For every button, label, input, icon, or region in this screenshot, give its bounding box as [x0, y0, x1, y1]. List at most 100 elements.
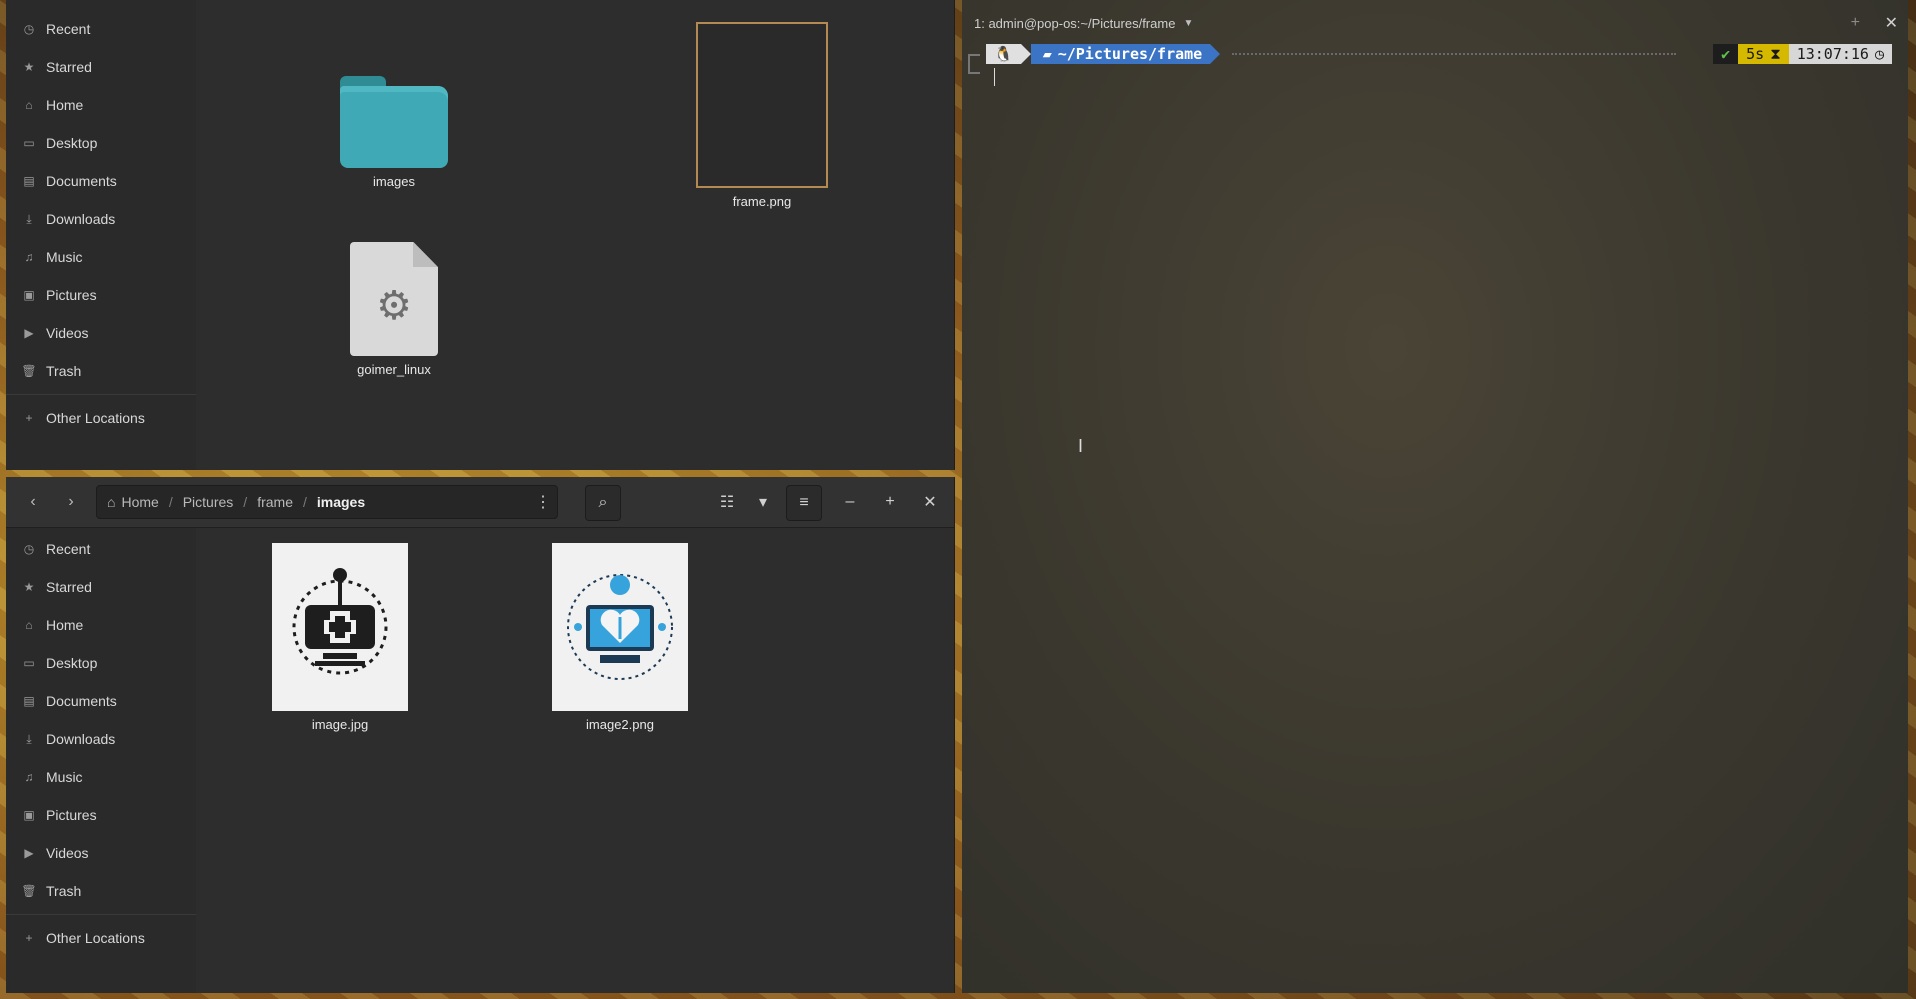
sidebar-item-trash[interactable]: 🗑 Trash [6, 352, 196, 390]
sidebar-item-label: Recent [46, 21, 91, 37]
hourglass-icon: ⧗ [1770, 45, 1781, 63]
shell-prompt: 🐧 ▰ ~/Pictures/frame [986, 44, 1221, 64]
maximize-icon: + [885, 493, 895, 510]
download-icon: ⤓ [26, 211, 32, 226]
prompt-time: 13:07:16 ◷ [1788, 44, 1892, 64]
trash-icon: 🗑 [21, 364, 37, 378]
gear-icon: ⚙ [376, 283, 412, 328]
file-manager-window-top: ◷ Recent ★ Starred ⌂ Home ▭ Desktop ▤ Documen… [6, 0, 955, 470]
sidebar-item-documents[interactable]: ▤ Documents [6, 682, 196, 720]
terminal-tab-title[interactable]: 1: admin@pop-os:~/Pictures/frame [974, 16, 1175, 31]
sidebar-item-other-locations[interactable]: + Other Locations [6, 399, 196, 437]
circuit-medical-icon [292, 568, 388, 675]
home-icon: ⌂ [25, 98, 33, 112]
right-prompt: ✔ 5s ⧗ 13:07:16 ◷ [1713, 44, 1892, 64]
file-name: images [373, 174, 415, 189]
close-icon[interactable]: ✕ [1885, 13, 1898, 33]
prompt-path: ~/Pictures/frame [1057, 45, 1203, 63]
medical-computer-icon [567, 574, 673, 680]
breadcrumb-images[interactable]: images [317, 494, 365, 510]
image-thumbnail [552, 543, 688, 711]
file-item-executable[interactable]: ⚙ goimer_linux [319, 242, 469, 377]
sidebar-item-label: Starred [46, 59, 92, 75]
minimize-icon: – [845, 493, 855, 510]
new-tab-icon[interactable]: + [1851, 14, 1860, 32]
chevron-down-icon: ▾ [758, 494, 768, 511]
linux-icon: 🐧 [986, 44, 1021, 64]
sidebar-item-label: Downloads [46, 731, 116, 747]
sidebar-item-starred[interactable]: ★ Starred [6, 568, 196, 606]
file-view: images frame.png ⚙ goimer_linux [197, 0, 954, 470]
sidebar-item-label: Desktop [46, 135, 98, 151]
close-icon: ✕ [923, 494, 937, 511]
forward-button[interactable]: › [54, 485, 88, 519]
view-toggle-button[interactable]: ☷ [710, 485, 744, 519]
sidebar-item-videos[interactable]: ▶ Videos [6, 834, 196, 872]
sidebar-item-downloads[interactable]: ⤓ Downloads [6, 200, 196, 238]
desktop-icon: ▭ [23, 136, 35, 150]
trash-icon: 🗑 [21, 884, 37, 898]
sidebar-item-recent[interactable]: ◷ Recent [6, 10, 196, 48]
terminal-window[interactable]: 1: admin@pop-os:~/Pictures/frame ▼ + ✕ 🐧… [962, 0, 1908, 993]
sidebar-divider [6, 394, 196, 395]
view-options-button[interactable]: ▾ [746, 485, 780, 519]
close-button[interactable]: ✕ [913, 485, 947, 519]
back-button[interactable]: ‹ [16, 485, 50, 519]
sidebar-item-label: Documents [46, 693, 117, 709]
terminal-tab-bar: 1: admin@pop-os:~/Pictures/frame ▼ + ✕ [962, 0, 1908, 46]
file-item-folder[interactable]: images [319, 76, 469, 189]
sidebar-item-documents[interactable]: ▤ Documents [6, 162, 196, 200]
sidebar-item-trash[interactable]: 🗑 Trash [6, 872, 196, 910]
path-menu-button[interactable]: ⋮ [526, 485, 560, 519]
sidebar-item-label: Videos [46, 325, 89, 341]
search-button[interactable]: ⌕ [585, 485, 621, 521]
video-icon: ▶ [24, 326, 34, 340]
sidebar-item-music[interactable]: ♫ Music [6, 238, 196, 276]
sidebar-item-pictures[interactable]: ▣ Pictures [6, 276, 196, 314]
executable-file-icon: ⚙ [350, 242, 438, 356]
text-cursor [994, 68, 995, 86]
file-item-image[interactable]: image.jpg [265, 543, 415, 732]
breadcrumb-separator: / [168, 494, 173, 510]
plus-icon: + [25, 931, 33, 945]
breadcrumb-separator: / [243, 494, 248, 510]
file-item-image[interactable]: image2.png [545, 543, 695, 732]
sidebar-item-other-locations[interactable]: + Other Locations [6, 919, 196, 957]
folder-icon [340, 76, 448, 168]
minimize-button[interactable]: – [833, 485, 867, 519]
sidebar-item-home[interactable]: ⌂ Home [6, 86, 196, 124]
clock-icon: ◷ [23, 22, 35, 36]
sidebar: ◷ Recent ★ Starred ⌂ Home ▭ Desktop ▤ Documen… [6, 0, 196, 470]
image-thumbnail [272, 543, 408, 711]
sidebar-item-videos[interactable]: ▶ Videos [6, 314, 196, 352]
breadcrumb-frame[interactable]: frame [257, 494, 293, 510]
sidebar-item-label: Recent [46, 541, 91, 557]
clock-icon: ◷ [23, 542, 35, 556]
sidebar-item-downloads[interactable]: ⤓ Downloads [6, 720, 196, 758]
sidebar-item-starred[interactable]: ★ Starred [6, 48, 196, 86]
maximize-button[interactable]: + [873, 485, 907, 519]
sidebar-item-label: Home [46, 97, 84, 113]
search-icon: ⌕ [598, 494, 608, 511]
chevron-down-icon[interactable]: ▼ [1183, 18, 1193, 29]
breadcrumb: ⌂ Home / Pictures / frame / images [96, 485, 558, 519]
main-menu-button[interactable]: ≡ [786, 485, 822, 521]
header-bar: ‹ › ⌂ Home / Pictures / frame / images ⋮… [6, 477, 954, 528]
sidebar-item-label: Downloads [46, 211, 116, 227]
sidebar-item-desktop[interactable]: ▭ Desktop [6, 644, 196, 682]
sidebar-item-desktop[interactable]: ▭ Desktop [6, 124, 196, 162]
breadcrumb-pictures[interactable]: Pictures [183, 494, 234, 510]
music-icon: ♫ [24, 250, 34, 264]
plus-icon: + [25, 411, 33, 425]
sidebar-item-pictures[interactable]: ▣ Pictures [6, 796, 196, 834]
sidebar-item-music[interactable]: ♫ Music [6, 758, 196, 796]
file-name: image.jpg [311, 717, 369, 732]
breadcrumb-home[interactable]: Home [121, 494, 158, 510]
sidebar-item-label: Trash [46, 363, 82, 379]
file-name: goimer_linux [357, 362, 431, 377]
sidebar-item-home[interactable]: ⌂ Home [6, 606, 196, 644]
document-icon: ▤ [23, 174, 35, 188]
file-item-image[interactable]: frame.png [687, 22, 837, 209]
sidebar-item-recent[interactable]: ◷ Recent [6, 530, 196, 568]
home-icon: ⌂ [25, 618, 33, 632]
